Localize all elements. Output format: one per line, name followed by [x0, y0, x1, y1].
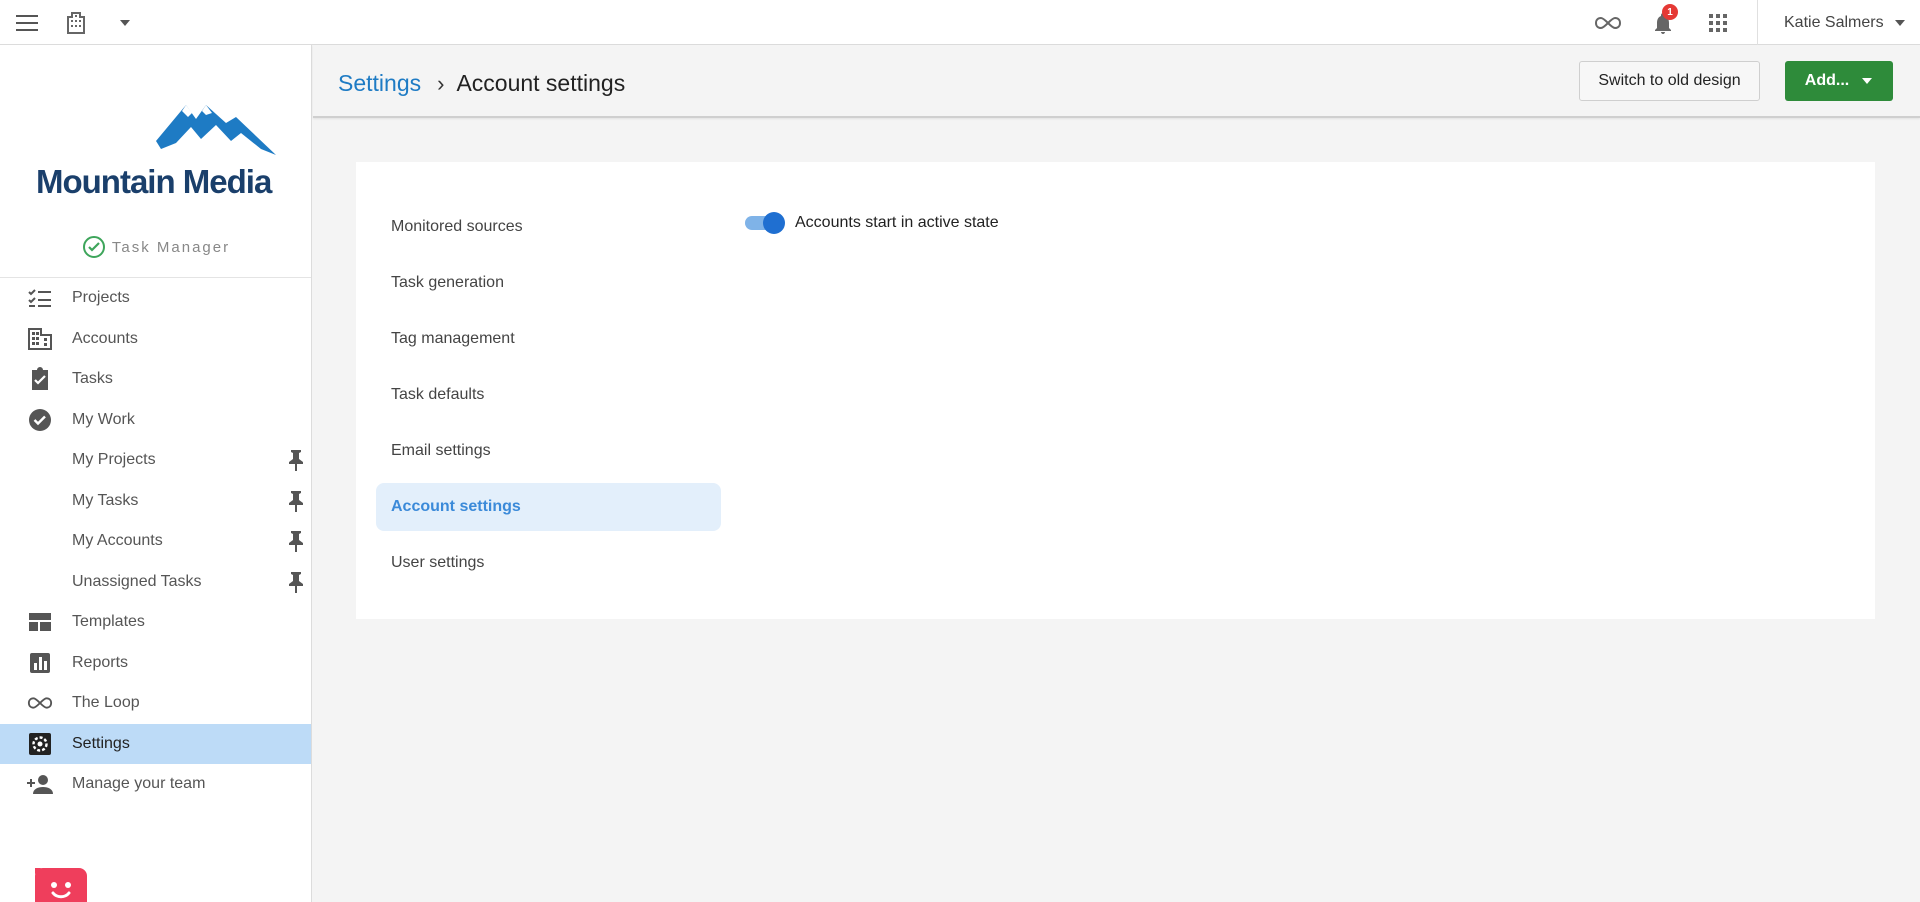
check-circle-icon — [27, 407, 53, 433]
settings-menu-tag-management[interactable]: Tag management — [376, 311, 721, 367]
sidebar-item-label: Manage your team — [72, 775, 206, 793]
app-grid-icon[interactable] — [1703, 8, 1733, 38]
sidebar-item-label: Reports — [72, 653, 129, 671]
check-circle-icon — [82, 236, 105, 258]
pin-icon[interactable] — [286, 530, 306, 553]
sidebar-item-label: My Accounts — [72, 532, 163, 550]
chatbot-launcher-button[interactable] — [29, 862, 87, 902]
settings-menu-task-defaults[interactable]: Task defaults — [376, 367, 721, 423]
logo-text: Mountain Media — [36, 163, 273, 200]
sidebar-item-label: The Loop — [72, 694, 140, 712]
switch-to-old-design-button[interactable]: Switch to old design — [1579, 61, 1760, 101]
accounts-active-toggle[interactable] — [745, 211, 785, 235]
sidebar-item-unassigned-tasks[interactable]: Unassigned Tasks — [0, 562, 311, 603]
user-menu[interactable]: Katie Salmers — [1784, 0, 1906, 45]
sidebar-item-reports[interactable]: Reports — [0, 643, 311, 684]
settings-menu-user-settings[interactable]: User settings — [376, 535, 721, 591]
notification-count-badge: 1 — [1662, 4, 1678, 20]
chevron-down-icon — [1894, 19, 1905, 26]
sidebar-nav: Projects Accounts Tasks My Work My Proje… — [0, 278, 311, 805]
breadcrumb-settings-link[interactable]: Settings — [338, 70, 421, 97]
user-name: Katie Salmers — [1784, 13, 1884, 31]
chevron-down-icon — [1862, 78, 1873, 84]
clipboard-check-icon — [27, 366, 53, 392]
page-header: Settings › Account settings Switch to ol… — [313, 45, 1920, 118]
settings-menu-account-settings[interactable]: Account settings — [376, 483, 721, 531]
settings-menu-task-generation[interactable]: Task generation — [376, 255, 721, 311]
sidebar-item-label: Tasks — [72, 370, 113, 388]
gear-icon — [27, 731, 53, 757]
accounts-active-setting: Accounts start in active state — [745, 211, 999, 235]
infinity-icon — [27, 690, 53, 716]
sidebar-item-label: Settings — [72, 734, 130, 752]
app-label: Task Manager — [0, 235, 312, 259]
sidebar-item-label: My Work — [72, 410, 135, 428]
sidebar-item-accounts[interactable]: Accounts — [0, 319, 311, 360]
add-button[interactable]: Add... — [1785, 61, 1893, 101]
building-icon — [27, 326, 53, 352]
sidebar-item-label: Accounts — [72, 329, 138, 347]
bar-chart-icon — [27, 650, 53, 676]
accounts-active-label: Accounts start in active state — [795, 214, 999, 231]
app-label-text: Task Manager — [111, 238, 231, 256]
sidebar-item-label: My Projects — [72, 451, 156, 469]
mountain-media-logo[interactable]: Mountain Media — [36, 83, 286, 203]
building-icon[interactable] — [61, 8, 91, 38]
settings-menu-email-settings[interactable]: Email settings — [376, 423, 721, 479]
notification-bell-icon[interactable]: 1 — [1648, 4, 1678, 38]
add-button-label: Add... — [1804, 72, 1850, 89]
breadcrumb-separator: › — [437, 70, 445, 96]
chevron-down-icon[interactable] — [110, 8, 140, 38]
breadcrumb: Settings › Account settings — [338, 70, 625, 97]
sidebar-item-tasks[interactable]: Tasks — [0, 359, 311, 400]
sidebar: Mountain Media Task Manager Projects Acc… — [0, 45, 312, 902]
template-icon — [27, 609, 53, 635]
sidebar-item-label: Unassigned Tasks — [72, 572, 202, 590]
sidebar-item-label: My Tasks — [72, 491, 139, 509]
settings-menu-monitored-sources[interactable]: Monitored sources — [376, 199, 721, 255]
sidebar-item-my-work[interactable]: My Work — [0, 400, 311, 441]
topbar-divider — [1757, 0, 1758, 45]
sidebar-item-label: Templates — [72, 613, 145, 631]
page-title: Account settings — [456, 70, 626, 96]
sidebar-item-the-loop[interactable]: The Loop — [0, 683, 311, 724]
settings-menu: Monitored sources Task generation Tag ma… — [376, 199, 721, 591]
sidebar-item-manage-team[interactable]: Manage your team — [0, 764, 311, 805]
pin-icon[interactable] — [286, 449, 306, 472]
infinity-icon[interactable] — [1593, 8, 1623, 38]
sidebar-item-my-tasks[interactable]: My Tasks — [0, 481, 311, 522]
settings-card: Monitored sources Task generation Tag ma… — [356, 162, 1875, 619]
sidebar-item-settings[interactable]: Settings — [0, 723, 311, 764]
pin-icon[interactable] — [286, 490, 306, 512]
sidebar-item-my-projects[interactable]: My Projects — [0, 440, 311, 481]
checklist-icon — [27, 285, 53, 311]
add-person-icon — [27, 771, 53, 797]
sidebar-item-projects[interactable]: Projects — [0, 278, 311, 319]
pin-icon[interactable] — [286, 571, 306, 593]
sidebar-item-label: Projects — [72, 289, 130, 307]
sidebar-item-templates[interactable]: Templates — [0, 602, 311, 643]
hamburger-menu-icon[interactable] — [12, 8, 42, 38]
toggle-knob — [763, 212, 785, 234]
top-bar: 1 Katie Salmers — [0, 0, 1920, 45]
sidebar-item-my-accounts[interactable]: My Accounts — [0, 521, 311, 562]
